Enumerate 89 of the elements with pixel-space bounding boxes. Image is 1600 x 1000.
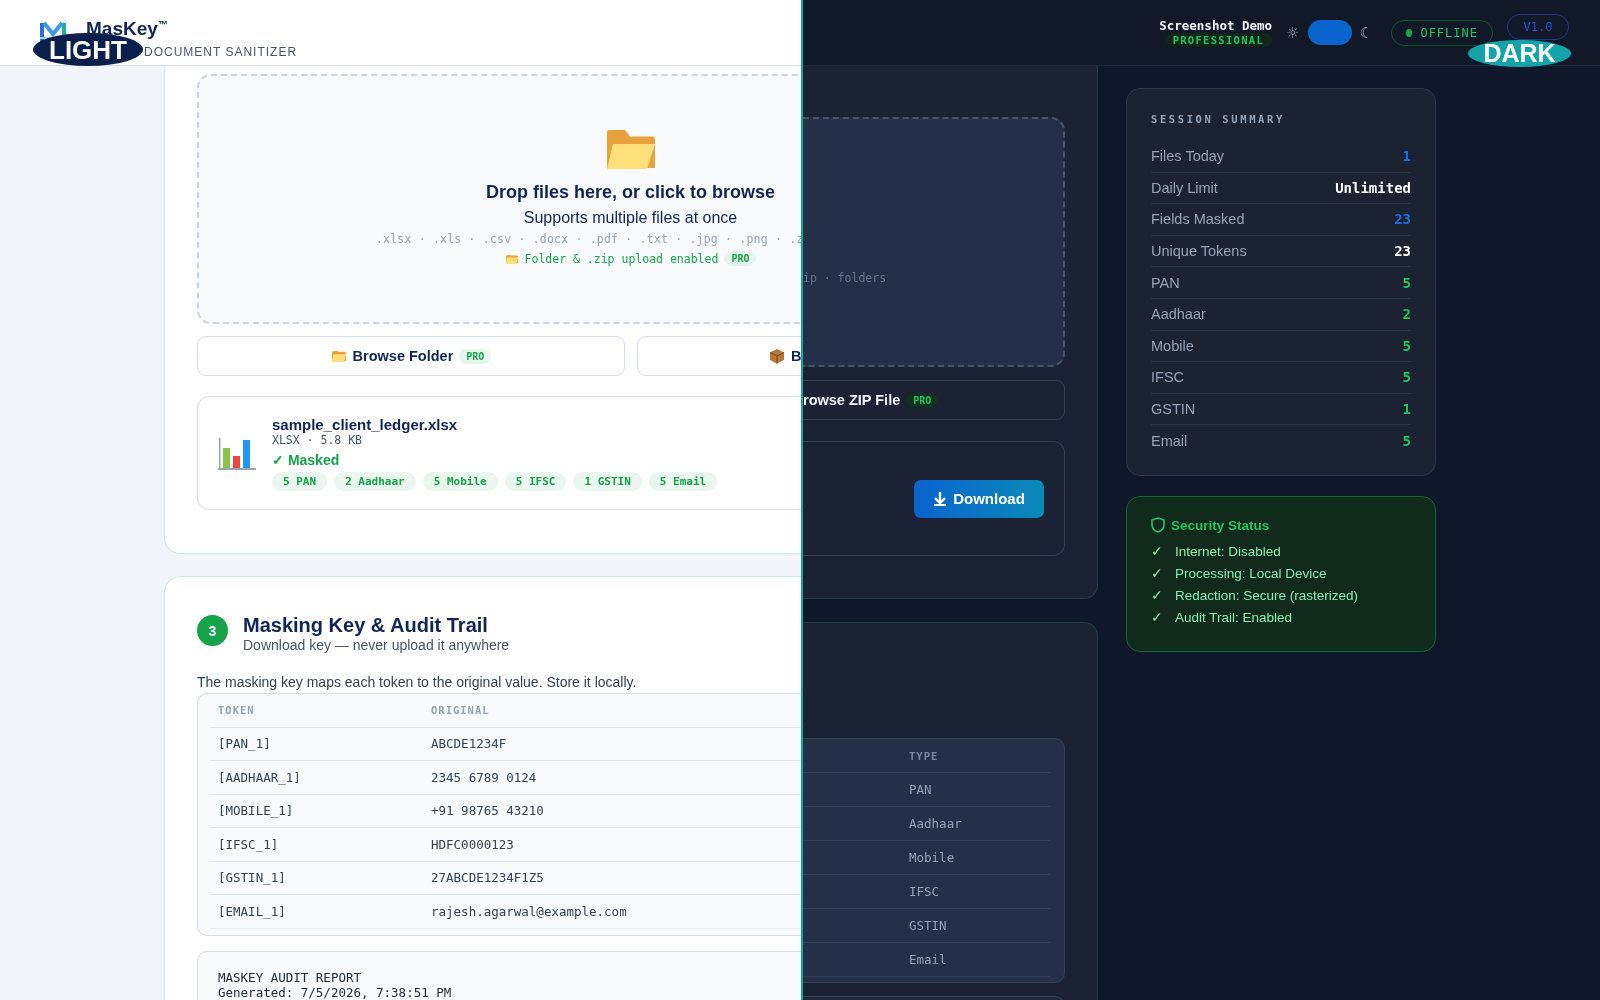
status-item: Redaction: Secure (rasterized) — [1175, 587, 1359, 605]
stat-label: Email — [1151, 432, 1188, 449]
stat-value: 1 — [1402, 148, 1411, 165]
box-icon — [769, 348, 785, 364]
stat-label: Daily Limit — [1151, 179, 1218, 196]
pro-badge: PRO — [724, 251, 757, 266]
field-count-tag: 5 PAN — [272, 471, 328, 491]
folder-icon — [605, 128, 656, 170]
field-count-tag: 5 IFSC — [504, 471, 567, 491]
step-number: 3 — [197, 615, 228, 646]
pro-note: Folder & .zip upload enabled — [524, 251, 719, 266]
shield-icon — [1151, 517, 1165, 533]
table-cell: Aadhaar — [909, 816, 962, 831]
theme-toggle[interactable] — [1307, 20, 1352, 45]
stat-value: 5 — [1402, 432, 1411, 449]
check-icon: ✓ — [1151, 541, 1163, 563]
stat-value: Unlimited — [1335, 179, 1411, 196]
sun-icon: ☼ — [1286, 23, 1300, 42]
table-cell-text: 2345 6789 0124 — [430, 769, 537, 785]
stat-label: GSTIN — [1151, 401, 1196, 418]
stat-value: 2 — [1402, 306, 1411, 323]
table-cell-text: [AADHAAR_1] — [217, 769, 302, 785]
pro-badge: PRO — [906, 392, 939, 408]
pro-badge: PRO — [459, 348, 492, 364]
field-count-tag: 1 GSTIN — [573, 471, 642, 491]
drop-title: Drop files here, or click to browse — [485, 182, 776, 203]
check-icon: ✓ — [1151, 563, 1163, 585]
table-cell-text: [PAN_1] — [217, 736, 272, 752]
check-icon: ✓ — [1151, 585, 1163, 607]
stat-label: IFSC — [1151, 369, 1185, 386]
stat-label: Fields Masked — [1151, 211, 1245, 228]
stat-value: 23 — [1394, 211, 1411, 228]
status-item: Audit Trail: Enabled — [1175, 609, 1293, 627]
report-line: Generated: 7/5/2026, 7:38:51 PM — [218, 985, 453, 1000]
table-cell: PAN — [909, 782, 932, 797]
table-cell-text: 27ABCDE1234F1Z5 — [430, 870, 544, 886]
stat-value: 5 — [1402, 369, 1411, 386]
section-subtitle: Download key — never upload it anywhere — [243, 637, 510, 653]
table-cell-text: [IFSC_1] — [217, 836, 280, 852]
table-cell: GSTIN — [909, 918, 947, 933]
stat-value: 5 — [1402, 337, 1411, 354]
browse-zip-button[interactable]: B — [637, 336, 801, 376]
column-header: TYPE — [909, 749, 939, 762]
folder-icon — [330, 349, 347, 363]
column-header: ORIGINAL — [430, 704, 490, 717]
download-icon — [933, 491, 948, 506]
drop-subtitle: Supports multiple files at once — [523, 209, 738, 227]
file-status: ✓ Masked — [272, 451, 341, 468]
stat-label: Aadhaar — [1151, 306, 1206, 323]
browse-folder-button[interactable]: Browse Folder PRO — [197, 336, 625, 376]
stat-label: PAN — [1151, 274, 1180, 291]
browse-zip-button[interactable]: rowse ZIP File PRO — [803, 380, 1065, 420]
stat-label: Mobile — [1151, 337, 1194, 354]
table-cell: Mobile — [909, 850, 955, 865]
file-name: sample_client_ledger.xlsx — [272, 415, 459, 433]
status-item: Internet: Disabled — [1175, 543, 1281, 561]
plan-badge: PROFESSIONAL — [1164, 33, 1273, 47]
table-cell-text: [EMAIL_1] — [217, 903, 287, 919]
moon-icon: ☾ — [1359, 23, 1373, 42]
info-text: The masking key maps each token to the original value. Store it locally. — [197, 674, 638, 690]
table-cell: IFSC — [909, 884, 940, 899]
stat-value: 1 — [1402, 401, 1411, 418]
table-cell-text: [MOBILE_1] — [217, 803, 295, 819]
tagline: DOCUMENT SANITIZER — [144, 45, 298, 60]
table-cell-text: +91 98765 43210 — [430, 803, 544, 819]
stat-label: Files Today — [1151, 148, 1225, 165]
download-button[interactable]: Download — [914, 479, 1044, 518]
stat-value: 23 — [1394, 243, 1411, 260]
section-title: Masking Key & Audit Trail — [243, 613, 489, 637]
report-line: MASKEY AUDIT REPORT — [218, 970, 362, 985]
card-title: SESSION SUMMARY — [1151, 113, 1286, 125]
table-cell: Email — [909, 952, 947, 967]
card-title: Security Status — [1171, 517, 1270, 533]
table-cell-text: rajesh.agarwal@example.com — [430, 903, 627, 919]
table-cell-text: [GSTIN_1] — [217, 870, 287, 886]
stat-label: Unique Tokens — [1151, 243, 1247, 260]
check-icon: ✓ — [1151, 607, 1163, 629]
stat-value: 5 — [1402, 274, 1411, 291]
field-count-tag: 2 Aadhaar — [334, 471, 416, 491]
format-list: ip · folders — [803, 271, 1063, 285]
field-count-tag: 5 Email — [648, 471, 718, 491]
file-meta: XLSX · 5.8 KB — [272, 432, 362, 447]
column-header: TOKEN — [217, 704, 256, 717]
user-name: Screenshot Demo — [1159, 18, 1273, 33]
field-count-tag: 5 Mobile — [422, 471, 498, 491]
table-cell-text: HDFC0000123 — [430, 836, 514, 852]
status-item: Processing: Local Device — [1175, 565, 1327, 583]
folder-icon — [504, 252, 519, 265]
table-cell-text: ABCDE1234F — [430, 736, 507, 752]
